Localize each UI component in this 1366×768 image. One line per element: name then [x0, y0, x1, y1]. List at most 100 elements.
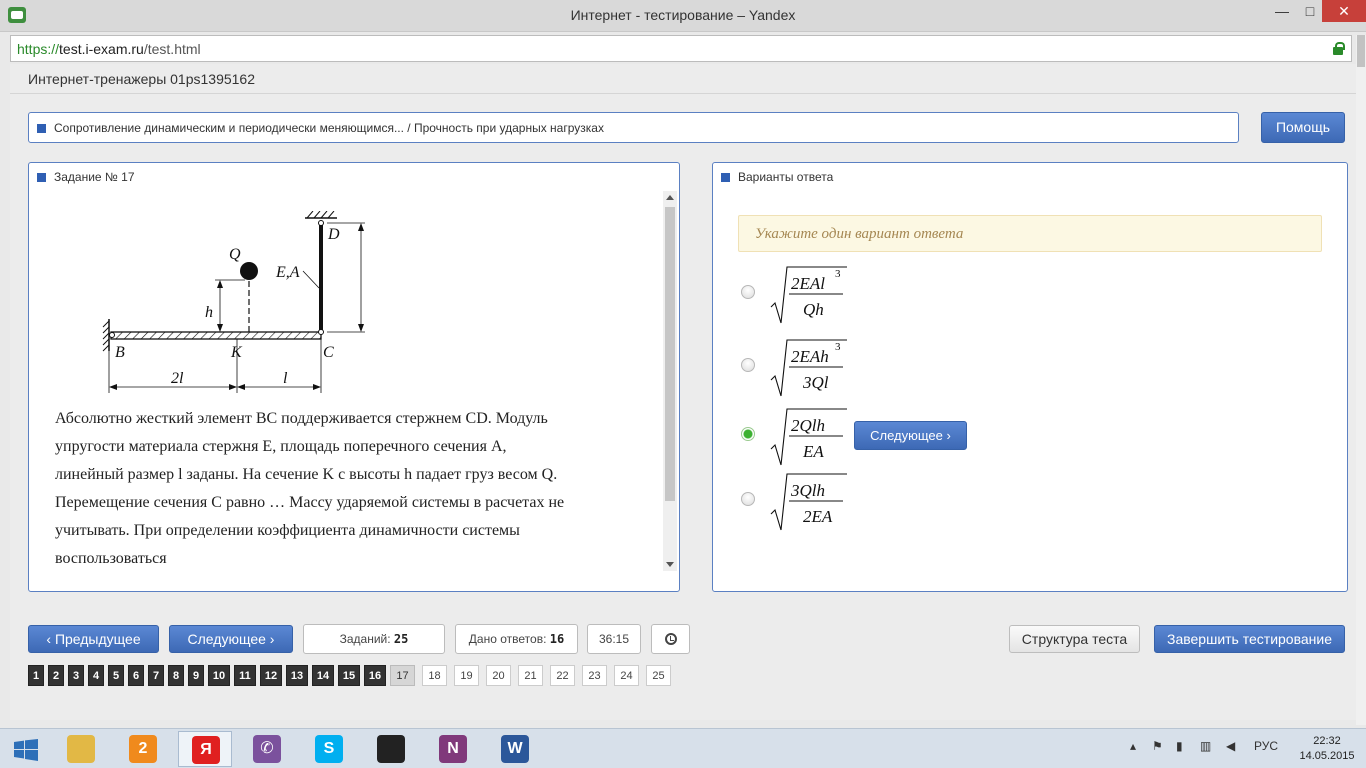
input-language[interactable]: РУС: [1254, 739, 1278, 753]
answer-formula-2: 2EAh 3 3Ql: [769, 336, 849, 400]
taskbar-app-viber[interactable]: ✆: [240, 731, 294, 767]
clock-date: 14.05.2015: [1299, 750, 1355, 762]
pager-item-4[interactable]: 4: [88, 665, 104, 686]
pager-item-9[interactable]: 9: [188, 665, 204, 686]
taskbar-app-galaxy[interactable]: [364, 731, 418, 767]
pager-item-6[interactable]: 6: [128, 665, 144, 686]
tasks-count-label: Заданий:: [339, 632, 391, 646]
label-2l: 2l: [171, 370, 184, 387]
pager-item-22[interactable]: 22: [550, 665, 575, 686]
clock-time: 22:32: [1313, 735, 1341, 747]
answered-count-value: 16: [549, 632, 565, 646]
taskbar-app-yandex[interactable]: Я: [178, 731, 232, 767]
taskbar-app-word[interactable]: W: [488, 731, 542, 767]
pager-item-current[interactable]: 17: [390, 665, 415, 686]
clock-button[interactable]: [651, 624, 690, 654]
formula-numerator: 2EAl: [791, 274, 825, 293]
pager-item-16[interactable]: 16: [364, 665, 386, 686]
pager-item-3[interactable]: 3: [68, 665, 84, 686]
answer-formula-3: 2Qlh EA: [769, 405, 849, 469]
explorer-icon: [67, 735, 95, 763]
answers-title: Варианты ответа: [738, 170, 834, 184]
pager-item-13[interactable]: 13: [286, 665, 308, 686]
pager-item-7[interactable]: 7: [148, 665, 164, 686]
close-window-button[interactable]: ✕: [1322, 0, 1366, 22]
test-structure-button[interactable]: Структура теста: [1009, 625, 1140, 653]
pager-item-15[interactable]: 15: [338, 665, 360, 686]
system-clock[interactable]: 22:32 14.05.2015: [1298, 734, 1356, 764]
task-diagram: Q E,A D l h B K C 2l l: [102, 211, 365, 393]
power-icon[interactable]: ▮: [1176, 739, 1183, 753]
pager-item-19[interactable]: 19: [454, 665, 479, 686]
pager-item-23[interactable]: 23: [582, 665, 607, 686]
next-inline-button[interactable]: Следующее ›: [854, 421, 967, 450]
answered-count-box: Дано ответов: 16: [455, 624, 578, 654]
task-scrollbar-thumb[interactable]: [665, 207, 675, 501]
formula-exponent: 3: [835, 268, 841, 280]
label-k: K: [230, 344, 243, 361]
taskbar-app-skype[interactable]: S: [302, 731, 356, 767]
pager-item-1[interactable]: 1: [28, 665, 44, 686]
square-bullet-icon: [37, 173, 46, 182]
answer-radio-4[interactable]: [741, 492, 755, 506]
finish-test-button[interactable]: Завершить тестирование: [1154, 625, 1345, 653]
task-title: Задание № 17: [54, 170, 135, 184]
page-content: Интернет-тренажеры 01ps1395162 Сопротивл…: [10, 64, 1356, 720]
formula-numerator: 2EAh: [791, 347, 829, 366]
task-scrollbar[interactable]: [663, 191, 677, 571]
answer-radio-1[interactable]: [741, 285, 755, 299]
answer-radio-2[interactable]: [741, 358, 755, 372]
page-scrollbar[interactable]: [1356, 35, 1366, 725]
volume-icon[interactable]: ◀: [1226, 739, 1235, 753]
breadcrumb: Сопротивление динамическим и периодическ…: [28, 112, 1239, 143]
next-button[interactable]: Следующее ›: [169, 625, 293, 653]
pager-item-18[interactable]: 18: [422, 665, 447, 686]
skype-icon: S: [315, 735, 343, 763]
maximize-button[interactable]: □: [1296, 0, 1324, 22]
start-button[interactable]: [0, 731, 54, 767]
label-ea: E,A: [275, 264, 300, 281]
minimize-button[interactable]: —: [1268, 0, 1296, 22]
pager-item-8[interactable]: 8: [168, 665, 184, 686]
address-bar[interactable]: https://test.i-exam.ru/test.html: [10, 35, 1352, 62]
tasks-count-value: 25: [393, 632, 409, 646]
page-scrollbar-thumb[interactable]: [1357, 35, 1365, 67]
formula-denominator: 2EA: [803, 507, 833, 526]
scroll-down-arrow-icon[interactable]: [666, 562, 674, 567]
pager-item-20[interactable]: 20: [486, 665, 511, 686]
scroll-up-arrow-icon[interactable]: [666, 195, 674, 200]
taskbar-app-explorer[interactable]: [54, 731, 108, 767]
pager-item-21[interactable]: 21: [518, 665, 543, 686]
taskbar-app-onenote[interactable]: N: [426, 731, 480, 767]
beam-bc: [110, 331, 322, 340]
answer-formula-4: 3Qlh 2EA: [769, 470, 849, 534]
lock-icon[interactable]: [1333, 42, 1345, 55]
pager-item-2[interactable]: 2: [48, 665, 64, 686]
tasks-count-box: Заданий: 25: [303, 624, 445, 654]
task-content: Q E,A D l h B K C 2l l Абсолютно жесткий…: [45, 191, 665, 569]
previous-button[interactable]: ‹ Предыдущее: [28, 625, 159, 653]
yandex-icon: Я: [192, 736, 220, 764]
page-header-title: Интернет-тренажеры 01ps1395162: [28, 71, 256, 87]
pager-item-24[interactable]: 24: [614, 665, 639, 686]
pager-item-12[interactable]: 12: [260, 665, 282, 686]
windows-taskbar: 2 Я ✆ S N W ▴ ⚑ ▮ ▥ ◀ РУС 22:32 14.05.2015: [0, 728, 1366, 768]
show-hidden-icons[interactable]: ▴: [1130, 739, 1136, 753]
word-icon: W: [501, 735, 529, 763]
page-header: Интернет-тренажеры 01ps1395162: [10, 64, 1356, 94]
answer-radio-3[interactable]: [741, 427, 755, 441]
pager-item-10[interactable]: 10: [208, 665, 230, 686]
formula-numerator: 2Qlh: [791, 416, 825, 435]
next-inline-label: Следующее: [870, 428, 943, 443]
clock-icon: [664, 633, 677, 645]
network-icon[interactable]: ▥: [1200, 739, 1211, 753]
pager-item-14[interactable]: 14: [312, 665, 334, 686]
breadcrumb-text: Сопротивление динамическим и периодическ…: [54, 121, 604, 135]
help-button[interactable]: Помощь: [1261, 112, 1345, 143]
taskbar-app-qip[interactable]: 2: [116, 731, 170, 767]
pager-item-25[interactable]: 25: [646, 665, 671, 686]
flag-icon[interactable]: ⚑: [1152, 739, 1163, 753]
pager-item-5[interactable]: 5: [108, 665, 124, 686]
pager-item-11[interactable]: 11: [234, 665, 256, 686]
task-text: Абсолютно жесткий элемент BC поддерживае…: [55, 410, 565, 567]
